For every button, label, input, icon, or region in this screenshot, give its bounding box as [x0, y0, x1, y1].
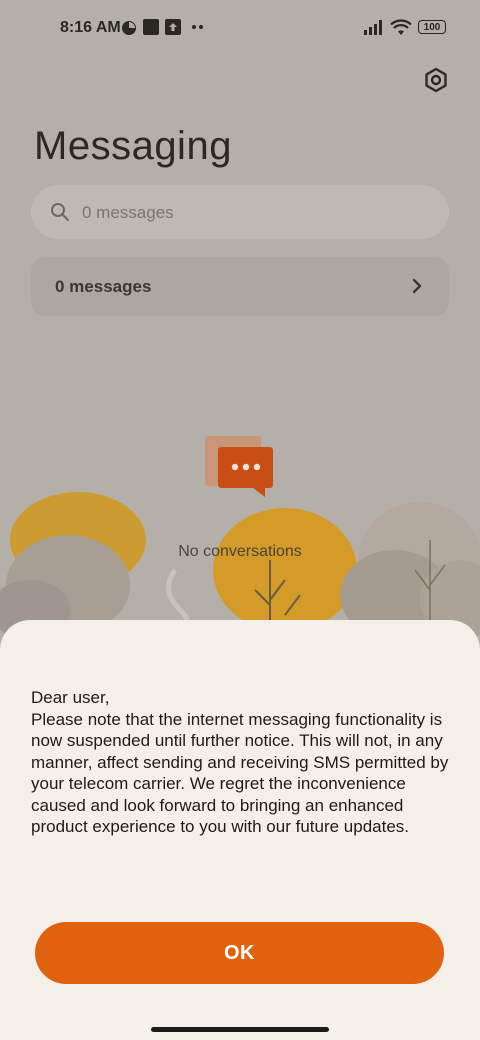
search-icon — [51, 203, 69, 221]
upload-notification-icon — [165, 19, 181, 35]
battery-level: 100 — [423, 21, 441, 33]
notice-message: Dear user, Please note that the internet… — [31, 688, 449, 836]
more-notifications-icon — [192, 25, 203, 29]
status-time: 8:16 AM — [60, 19, 121, 36]
settings-icon — [425, 67, 447, 93]
search-placeholder: 0 messages — [82, 203, 174, 222]
ok-button[interactable]: OK — [35, 922, 444, 984]
wifi-icon — [390, 19, 412, 35]
app-notification-icon — [122, 21, 136, 35]
ok-button-label: OK — [224, 941, 255, 964]
signal-icon — [364, 20, 382, 35]
status-bar: 8:16 AM 100 — [0, 0, 480, 56]
settings-button[interactable] — [420, 64, 452, 96]
battery-icon: 100 — [418, 20, 446, 34]
page-title: Messaging — [34, 124, 232, 168]
empty-state-label: No conversations — [178, 543, 302, 560]
square-notification-icon — [143, 19, 159, 35]
messages-row-label: 0 messages — [55, 277, 152, 296]
home-indicator[interactable] — [151, 1027, 329, 1032]
messaging-screen: 8:16 AM 100 Messaging 0 messages 0 messa… — [0, 0, 480, 1040]
chevron-right-icon — [412, 278, 422, 294]
